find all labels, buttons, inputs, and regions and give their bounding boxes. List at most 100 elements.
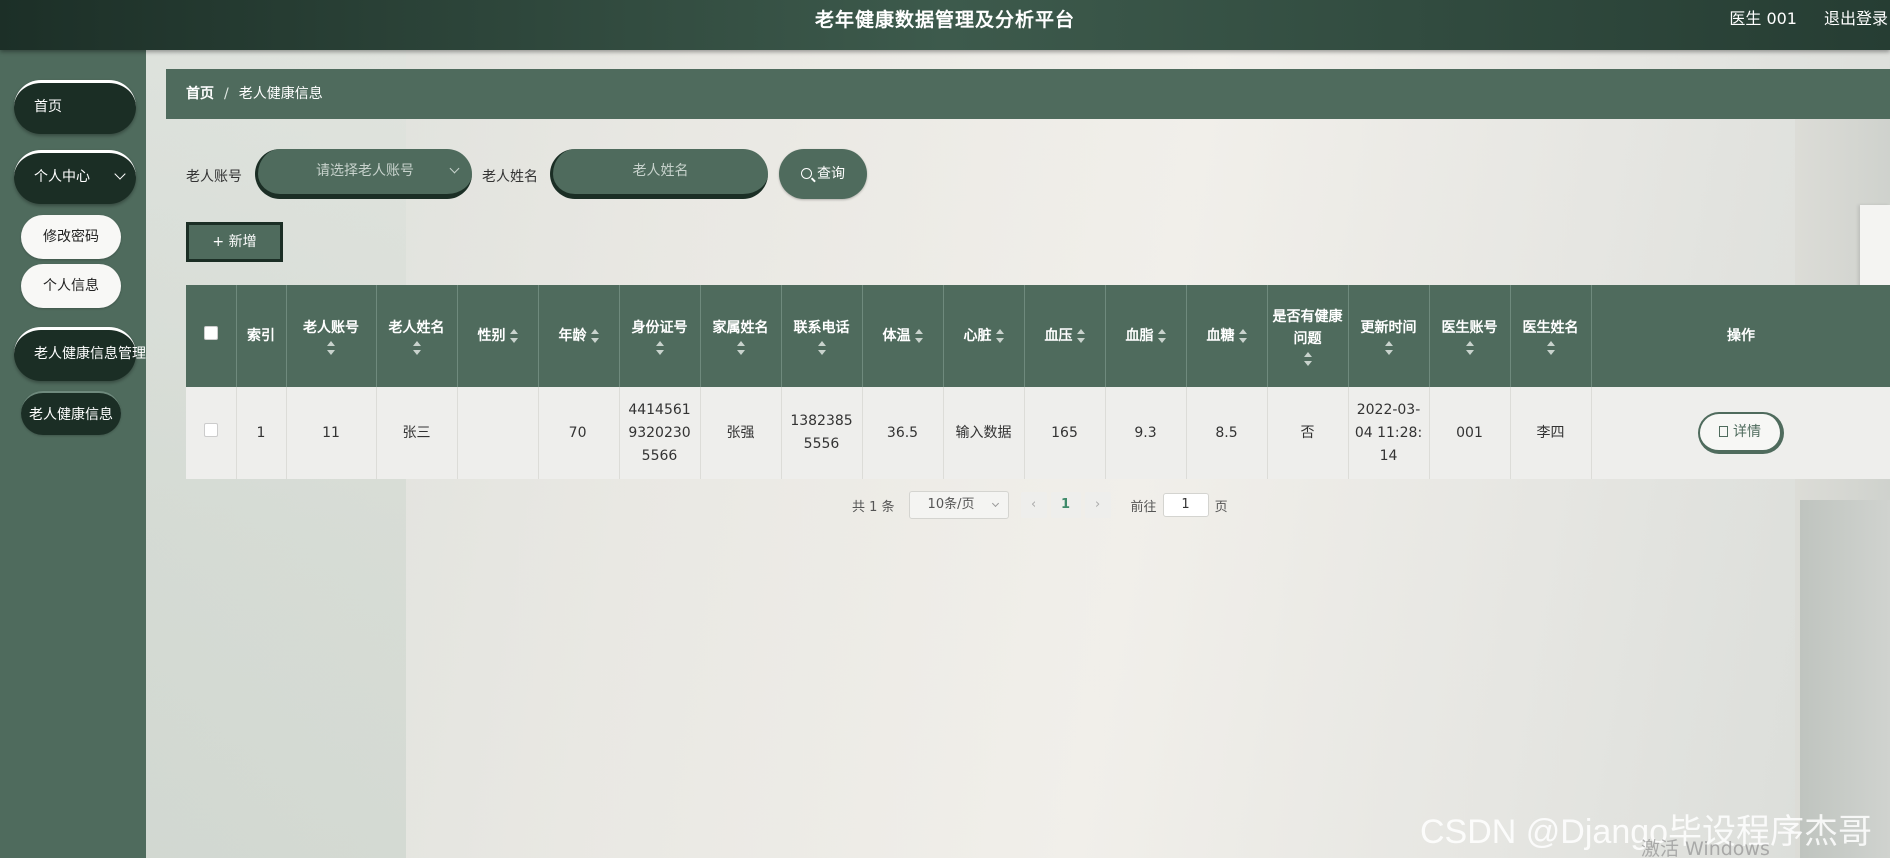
chevron-down-icon bbox=[449, 163, 460, 174]
column-header-index: 索引 bbox=[236, 285, 287, 387]
column-header-health-issue[interactable]: 是否有健康问题 bbox=[1267, 285, 1349, 387]
sort-icon[interactable] bbox=[995, 329, 1004, 343]
sort-icon[interactable] bbox=[1465, 341, 1474, 355]
document-icon bbox=[1719, 426, 1728, 437]
cell-health-issue: 否 bbox=[1267, 387, 1349, 479]
cell-phone: 13823855556 bbox=[781, 387, 863, 479]
page-number[interactable]: 1 bbox=[1050, 492, 1081, 518]
sort-icon[interactable] bbox=[1076, 329, 1085, 343]
column-header-name[interactable]: 老人姓名 bbox=[376, 285, 458, 387]
row-checkbox[interactable] bbox=[203, 422, 218, 437]
table-header-row: 索引 老人账号 老人姓名 性别 年龄 身份证号 家属姓名 联系电话 体温 心脏 … bbox=[186, 285, 1890, 387]
column-header-blood-sugar[interactable]: 血糖 bbox=[1186, 285, 1268, 387]
column-header-age[interactable]: 年龄 bbox=[538, 285, 620, 387]
sort-icon[interactable] bbox=[817, 341, 826, 355]
column-header-doctor-name[interactable]: 医生姓名 bbox=[1510, 285, 1592, 387]
sidebar-subitem-change-password[interactable]: 修改密码 bbox=[21, 215, 121, 259]
cell-family-name: 张强 bbox=[700, 387, 782, 479]
name-label: 老人姓名 bbox=[482, 169, 538, 185]
sidebar-item-label: 老人健康信息管理 bbox=[34, 346, 146, 362]
add-button-label: 新增 bbox=[228, 234, 257, 250]
column-header-blood-lipid[interactable]: 血脂 bbox=[1105, 285, 1187, 387]
sidebar-subitem-elder-health-info[interactable]: 老人健康信息 bbox=[21, 391, 121, 435]
column-header-update-time[interactable]: 更新时间 bbox=[1348, 285, 1430, 387]
sort-icon[interactable] bbox=[509, 329, 518, 343]
sort-icon[interactable] bbox=[327, 341, 335, 355]
column-header-temperature[interactable]: 体温 bbox=[862, 285, 944, 387]
health-info-table: 索引 老人账号 老人姓名 性别 年龄 身份证号 家属姓名 联系电话 体温 心脏 … bbox=[186, 285, 1890, 479]
cell-blood-sugar: 8.5 bbox=[1186, 387, 1268, 479]
column-header-phone[interactable]: 联系电话 bbox=[781, 285, 863, 387]
breadcrumb: 首页 / 老人健康信息 bbox=[166, 69, 1890, 119]
cell-age: 70 bbox=[538, 387, 620, 479]
column-header-id-card[interactable]: 身份证号 bbox=[619, 285, 701, 387]
column-header-account[interactable]: 老人账号 bbox=[286, 285, 377, 387]
cell-blood-pressure: 165 bbox=[1024, 387, 1106, 479]
breadcrumb-current: 老人健康信息 bbox=[238, 86, 323, 102]
plus-icon: + bbox=[212, 234, 225, 250]
sort-icon[interactable] bbox=[1238, 329, 1247, 343]
select-all-header[interactable] bbox=[186, 285, 237, 387]
logout-link[interactable]: 退出登录 bbox=[1824, 0, 1888, 38]
app-title: 老年健康数据管理及分析平台 bbox=[814, 9, 1075, 31]
chevron-down-icon bbox=[991, 499, 999, 508]
column-header-doctor-account[interactable]: 医生账号 bbox=[1429, 285, 1511, 387]
column-header-heart[interactable]: 心脏 bbox=[943, 285, 1025, 387]
top-header: 老年健康数据管理及分析平台 医生 001 退出登录 bbox=[0, 0, 1890, 50]
cell-update-time: 2022-03-04 11:28:14 bbox=[1348, 387, 1430, 479]
cell-name: 张三 bbox=[376, 387, 458, 479]
sort-icon[interactable] bbox=[1384, 341, 1393, 355]
sidebar-item-label: 个人中心 bbox=[34, 169, 90, 185]
cell-actions: 详情 bbox=[1591, 387, 1890, 479]
row-select-cell[interactable] bbox=[186, 387, 237, 479]
sort-icon[interactable] bbox=[590, 329, 599, 343]
sort-icon[interactable] bbox=[914, 329, 923, 343]
detail-button[interactable]: 详情 bbox=[1698, 412, 1784, 454]
prev-page-icon[interactable]: ‹ bbox=[1020, 492, 1047, 518]
sidebar-subitem-personal-info[interactable]: 个人信息 bbox=[21, 264, 121, 308]
cell-index: 1 bbox=[236, 387, 287, 479]
account-select[interactable]: 请选择老人账号 bbox=[255, 149, 472, 199]
goto-page-input[interactable]: 1 bbox=[1162, 493, 1209, 517]
cell-doctor-account: 001 bbox=[1429, 387, 1511, 479]
sort-icon[interactable] bbox=[1546, 341, 1555, 355]
column-header-family-name[interactable]: 家属姓名 bbox=[700, 285, 782, 387]
windows-activation-watermark: 激活 Windows bbox=[1641, 838, 1770, 858]
sort-icon[interactable] bbox=[655, 341, 664, 355]
name-input-placeholder: 老人姓名 bbox=[632, 163, 689, 179]
sort-icon[interactable] bbox=[412, 341, 421, 355]
sort-icon[interactable] bbox=[1303, 352, 1312, 366]
sidebar-item-personal-center[interactable]: 个人中心 bbox=[14, 150, 136, 204]
query-button[interactable]: 查询 bbox=[779, 149, 867, 199]
next-page-icon[interactable]: › bbox=[1084, 492, 1111, 518]
account-label: 老人账号 bbox=[186, 169, 242, 185]
table-row: 1 11 张三 70 441456193202305566 张强 1382385… bbox=[186, 387, 1890, 479]
column-header-blood-pressure[interactable]: 血压 bbox=[1024, 285, 1106, 387]
cell-gender bbox=[457, 387, 539, 479]
goto-label: 前往 bbox=[1130, 499, 1157, 515]
current-user: 医生 001 bbox=[1729, 9, 1797, 28]
detail-button-label: 详情 bbox=[1733, 424, 1761, 440]
page-size-select[interactable]: 10条/页 bbox=[908, 491, 1009, 519]
breadcrumb-home[interactable]: 首页 bbox=[186, 86, 214, 102]
cell-id-card: 441456193202305566 bbox=[619, 387, 701, 479]
page-size-value: 10条/页 bbox=[927, 497, 975, 512]
query-button-label: 查询 bbox=[817, 166, 845, 182]
name-input[interactable]: 老人姓名 bbox=[550, 149, 768, 199]
column-header-gender[interactable]: 性别 bbox=[457, 285, 539, 387]
sort-icon[interactable] bbox=[1157, 329, 1166, 343]
select-all-checkbox[interactable] bbox=[203, 326, 218, 340]
cell-heart: 输入数据 bbox=[943, 387, 1025, 479]
cell-doctor-name: 李四 bbox=[1510, 387, 1592, 479]
page-unit-label: 页 bbox=[1214, 499, 1228, 515]
breadcrumb-separator: / bbox=[224, 86, 229, 102]
pagination: 共 1 条 10条/页 ‹ 1 › 前往 1 页 bbox=[852, 491, 1228, 519]
sidebar-item-home[interactable]: 首页 bbox=[14, 80, 136, 134]
account-select-placeholder: 请选择老人账号 bbox=[316, 163, 414, 179]
sidebar-item-health-management[interactable]: 老人健康信息管理 bbox=[14, 327, 146, 381]
pagination-total: 共 1 条 bbox=[852, 499, 895, 515]
add-button[interactable]: + 新增 bbox=[186, 222, 283, 262]
sort-icon[interactable] bbox=[736, 341, 745, 355]
chevron-down-icon bbox=[114, 168, 126, 180]
column-header-actions: 操作 bbox=[1591, 285, 1890, 387]
